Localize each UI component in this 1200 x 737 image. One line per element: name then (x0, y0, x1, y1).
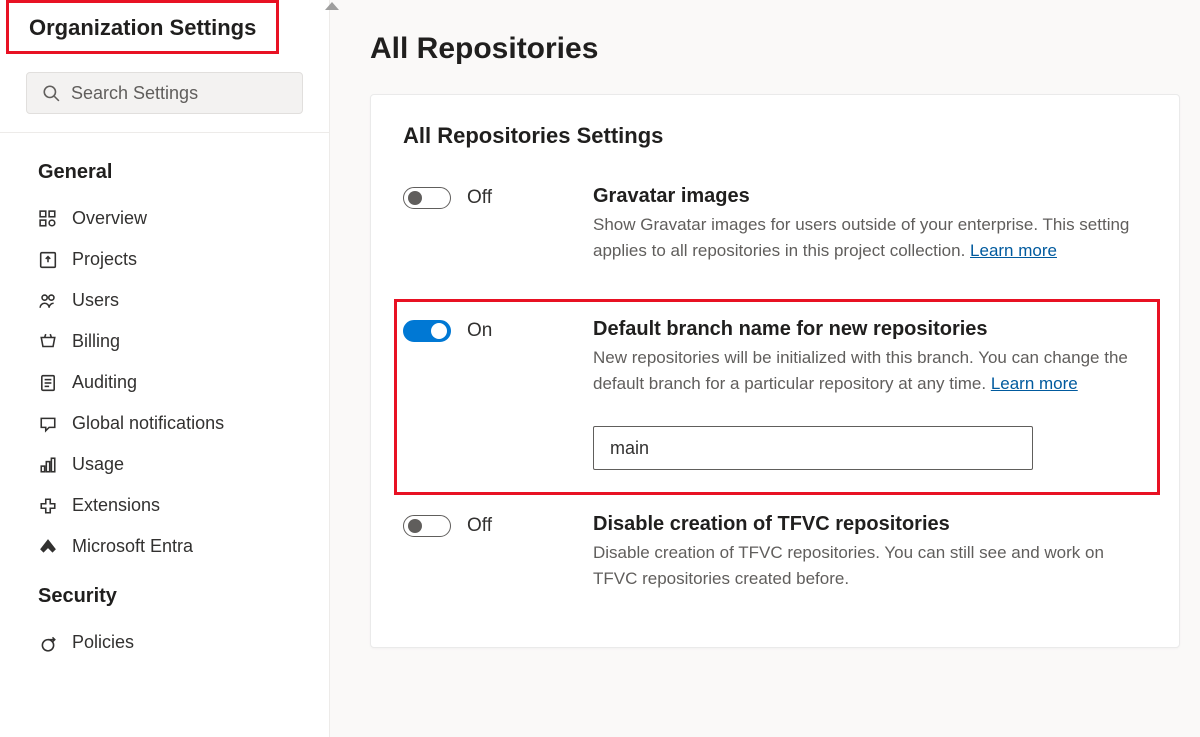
policies-icon (38, 633, 58, 653)
nav-item-overview[interactable]: Overview (0, 198, 329, 239)
gravatar-toggle[interactable] (403, 187, 451, 209)
sidebar-nav: General Overview Projects (0, 133, 329, 663)
nav-label: Billing (72, 331, 120, 352)
overview-icon (38, 209, 58, 229)
nav-section-security: Security (0, 567, 329, 622)
nav-item-usage[interactable]: Usage (0, 444, 329, 485)
nav-label: Global notifications (72, 413, 224, 434)
search-icon (41, 83, 61, 103)
auditing-icon (38, 373, 58, 393)
disable-tfvc-desc: Disable creation of TFVC repositories. Y… (593, 540, 1147, 591)
nav-section-general: General (0, 143, 329, 198)
nav-label: Usage (72, 454, 124, 475)
extensions-icon (38, 496, 58, 516)
sidebar-title: Organization Settings (6, 0, 279, 54)
global-notifications-icon (38, 414, 58, 434)
nav-item-microsoft-entra[interactable]: Microsoft Entra (0, 526, 329, 567)
default-branch-toggle-label: On (467, 320, 492, 342)
disable-tfvc-toggle[interactable] (403, 515, 451, 537)
nav-item-extensions[interactable]: Extensions (0, 485, 329, 526)
default-branch-learn-more-link[interactable]: Learn more (991, 374, 1078, 393)
nav-label: Overview (72, 208, 147, 229)
billing-icon (38, 332, 58, 352)
default-branch-toggle[interactable] (403, 320, 451, 342)
nav-label: Auditing (72, 372, 137, 393)
disable-tfvc-title: Disable creation of TFVC repositories (593, 513, 1147, 536)
gravatar-toggle-label: Off (467, 187, 492, 209)
nav-label: Policies (72, 632, 134, 653)
search-input[interactable] (71, 83, 303, 104)
page-title: All Repositories (370, 32, 1180, 66)
setting-default-branch: On Default branch name for new repositor… (394, 299, 1160, 495)
projects-icon (38, 250, 58, 270)
gravatar-learn-more-link[interactable]: Learn more (970, 241, 1057, 260)
nav-item-policies[interactable]: Policies (0, 622, 329, 663)
entra-icon (38, 537, 58, 557)
main-content: All Repositories All Repositories Settin… (330, 0, 1200, 737)
default-branch-title: Default branch name for new repositories (593, 318, 1147, 341)
default-branch-desc: New repositories will be initialized wit… (593, 345, 1147, 396)
users-icon (38, 291, 58, 311)
sidebar: Organization Settings General Overview (0, 0, 330, 737)
setting-disable-tfvc: Off Disable creation of TFVC repositorie… (403, 513, 1147, 609)
nav-label: Users (72, 290, 119, 311)
gravatar-title: Gravatar images (593, 185, 1147, 208)
search-settings-box[interactable] (26, 72, 303, 114)
nav-item-billing[interactable]: Billing (0, 321, 329, 362)
nav-item-projects[interactable]: Projects (0, 239, 329, 280)
disable-tfvc-toggle-label: Off (467, 515, 492, 537)
scroll-up-indicator (325, 2, 339, 10)
setting-gravatar: Off Gravatar images Show Gravatar images… (403, 185, 1147, 281)
gravatar-desc: Show Gravatar images for users outside o… (593, 212, 1147, 263)
nav-label: Projects (72, 249, 137, 270)
nav-item-auditing[interactable]: Auditing (0, 362, 329, 403)
nav-label: Extensions (72, 495, 160, 516)
nav-label: Microsoft Entra (72, 536, 193, 557)
nav-item-global-notifications[interactable]: Global notifications (0, 403, 329, 444)
panel-title: All Repositories Settings (403, 123, 1147, 149)
settings-panel: All Repositories Settings Off Gravatar i… (370, 94, 1180, 648)
usage-icon (38, 455, 58, 475)
default-branch-input[interactable] (593, 426, 1033, 470)
nav-item-users[interactable]: Users (0, 280, 329, 321)
